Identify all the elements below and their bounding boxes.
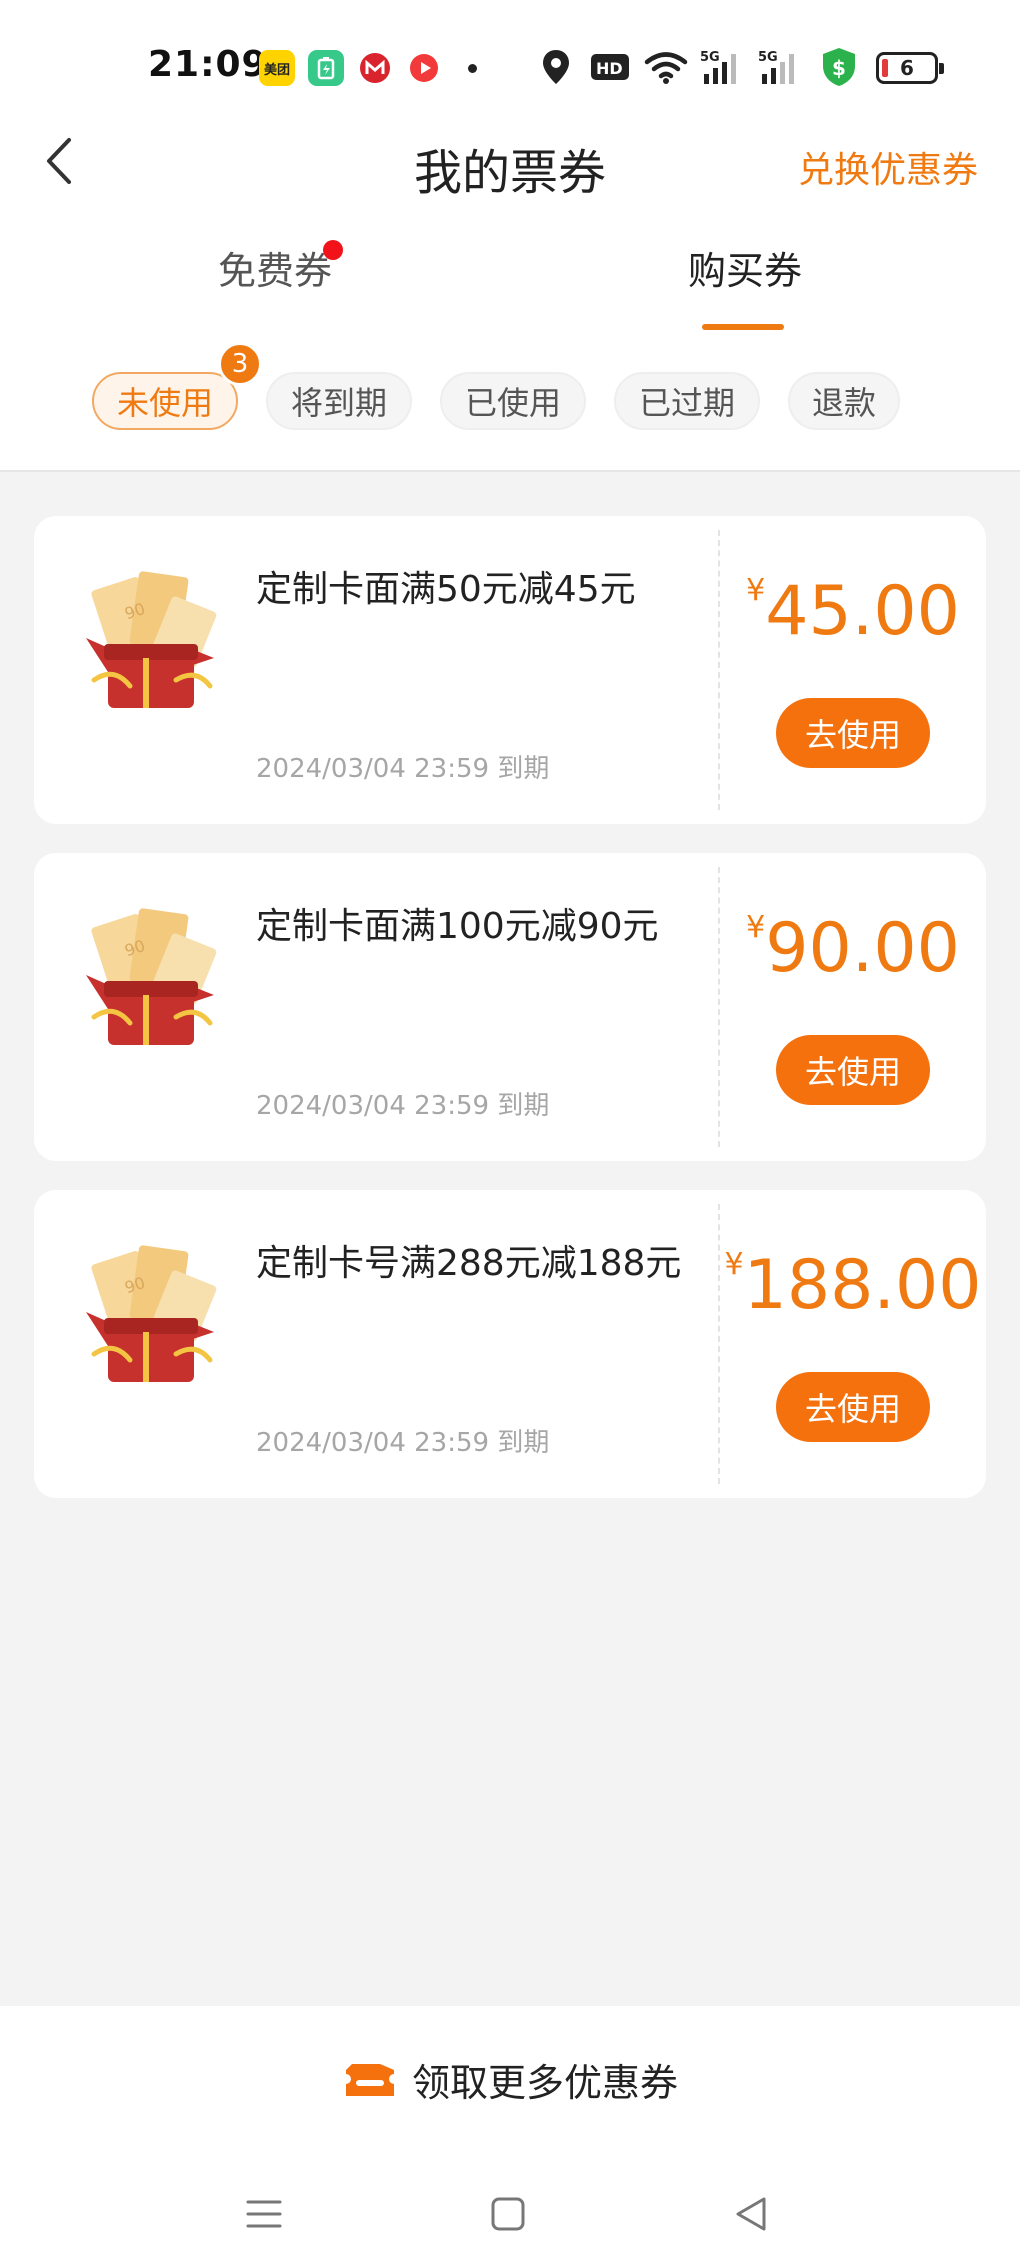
gift-box-icon: 90 [86, 908, 217, 1045]
battery-icon: 6 [876, 52, 944, 84]
coupon-amount: 45.00 [765, 572, 960, 651]
unused-count-badge: 3 [218, 342, 262, 386]
use-coupon-button[interactable]: 去使用 [776, 1372, 930, 1442]
status-bar: 21:09 美团 HD 5G 5G $ 6 [0, 30, 1020, 106]
coupon-card: 90 定制卡面满100元减90元 2024/03/04 23:59 到期 ¥90… [34, 853, 986, 1161]
meituan-app-icon: 美团 [259, 50, 295, 86]
coupon-expiry: 2024/03/04 23:59 到期 [256, 754, 550, 784]
coupon-card: 90 定制卡号满288元减188元 2024/03/04 23:59 到期 ¥1… [34, 1190, 986, 1498]
currency-symbol: ¥ [746, 573, 766, 608]
hd-voice-icon: HD [590, 46, 630, 88]
filter-chip-unused[interactable]: 未使用 [92, 372, 238, 430]
signal-icon-1: 5G [700, 46, 746, 88]
coupon-card: 90 定制卡面满50元减45元 2024/03/04 23:59 到期 ¥45.… [34, 516, 986, 824]
coupon-page: 21:09 美团 HD 5G 5G $ 6 我的票券 兑换优惠券 免费券 购买券… [0, 0, 1020, 2267]
tab-free-coupons[interactable]: 免费券 [218, 240, 332, 295]
filter-chips: 未使用 将到期 已使用 已过期 退款 [0, 372, 1020, 432]
coupon-price: ¥188.00 [720, 1246, 986, 1325]
battery-app-icon [308, 50, 344, 86]
filter-chip-used[interactable]: 已使用 [440, 372, 586, 430]
get-more-coupons-label: 领取更多优惠券 [411, 2061, 678, 2105]
coupon-ticket-icon [345, 2063, 394, 2096]
coupon-amount: 90.00 [765, 909, 960, 988]
bank-app-icon [357, 50, 393, 86]
system-navigation-bar [0, 2156, 1020, 2267]
svg-text:HD: HD [596, 59, 623, 78]
coupon-price: ¥90.00 [720, 909, 986, 988]
active-tab-indicator [702, 324, 784, 330]
coupon-title: 定制卡面满100元减90元 [256, 906, 659, 947]
header-panel: 21:09 美团 HD 5G 5G $ 6 我的票券 兑换优惠券 免费券 购买券… [0, 0, 1020, 472]
filter-chip-expiring[interactable]: 将到期 [266, 372, 412, 430]
back-triangle-icon [736, 2197, 766, 2231]
security-shield-icon: $ [820, 46, 858, 88]
nav-bar: 我的票券 兑换优惠券 [0, 115, 1020, 205]
svg-text:5G: 5G [758, 50, 778, 65]
use-coupon-button[interactable]: 去使用 [776, 698, 930, 768]
svg-text:5G: 5G [700, 50, 720, 65]
use-coupon-button[interactable]: 去使用 [776, 1035, 930, 1105]
menu-icon [246, 2200, 282, 2228]
coupon-title: 定制卡号满288元减188元 [256, 1243, 682, 1284]
location-icon [540, 46, 572, 88]
home-square-icon [491, 2197, 525, 2231]
tab-new-dot [323, 240, 343, 260]
back-nav-button[interactable] [722, 2184, 782, 2244]
currency-symbol: ¥ [746, 910, 766, 945]
home-button[interactable] [478, 2184, 538, 2244]
signal-icon-2: 5G [758, 46, 804, 88]
gift-box-icon: 90 [86, 571, 217, 708]
get-more-coupons-link[interactable]: 领取更多优惠券 [0, 2052, 1020, 2107]
menu-button[interactable] [234, 2184, 294, 2244]
coupon-expiry: 2024/03/04 23:59 到期 [256, 1428, 550, 1458]
coupon-price: ¥45.00 [720, 572, 986, 651]
tab-purchased-coupons[interactable]: 购买券 [688, 240, 802, 295]
bottom-action-bar: 领取更多优惠券 [0, 2006, 1020, 2156]
status-time: 21:09 [148, 44, 268, 85]
svg-text:$: $ [832, 56, 846, 80]
filter-chip-expired[interactable]: 已过期 [614, 372, 760, 430]
filter-chip-refund[interactable]: 退款 [788, 372, 900, 430]
coupon-amount: 188.00 [743, 1246, 982, 1325]
wifi-icon [644, 46, 688, 88]
tab-bar: 免费券 购买券 [0, 240, 1020, 330]
coupon-expiry: 2024/03/04 23:59 到期 [256, 1091, 550, 1121]
video-app-icon [406, 50, 442, 86]
coupon-title: 定制卡面满50元减45元 [256, 569, 636, 610]
currency-symbol: ¥ [724, 1247, 744, 1282]
notification-dot-icon [468, 64, 477, 73]
gift-box-icon: 90 [86, 1245, 217, 1382]
redeem-coupon-link[interactable]: 兑换优惠券 [798, 141, 978, 193]
